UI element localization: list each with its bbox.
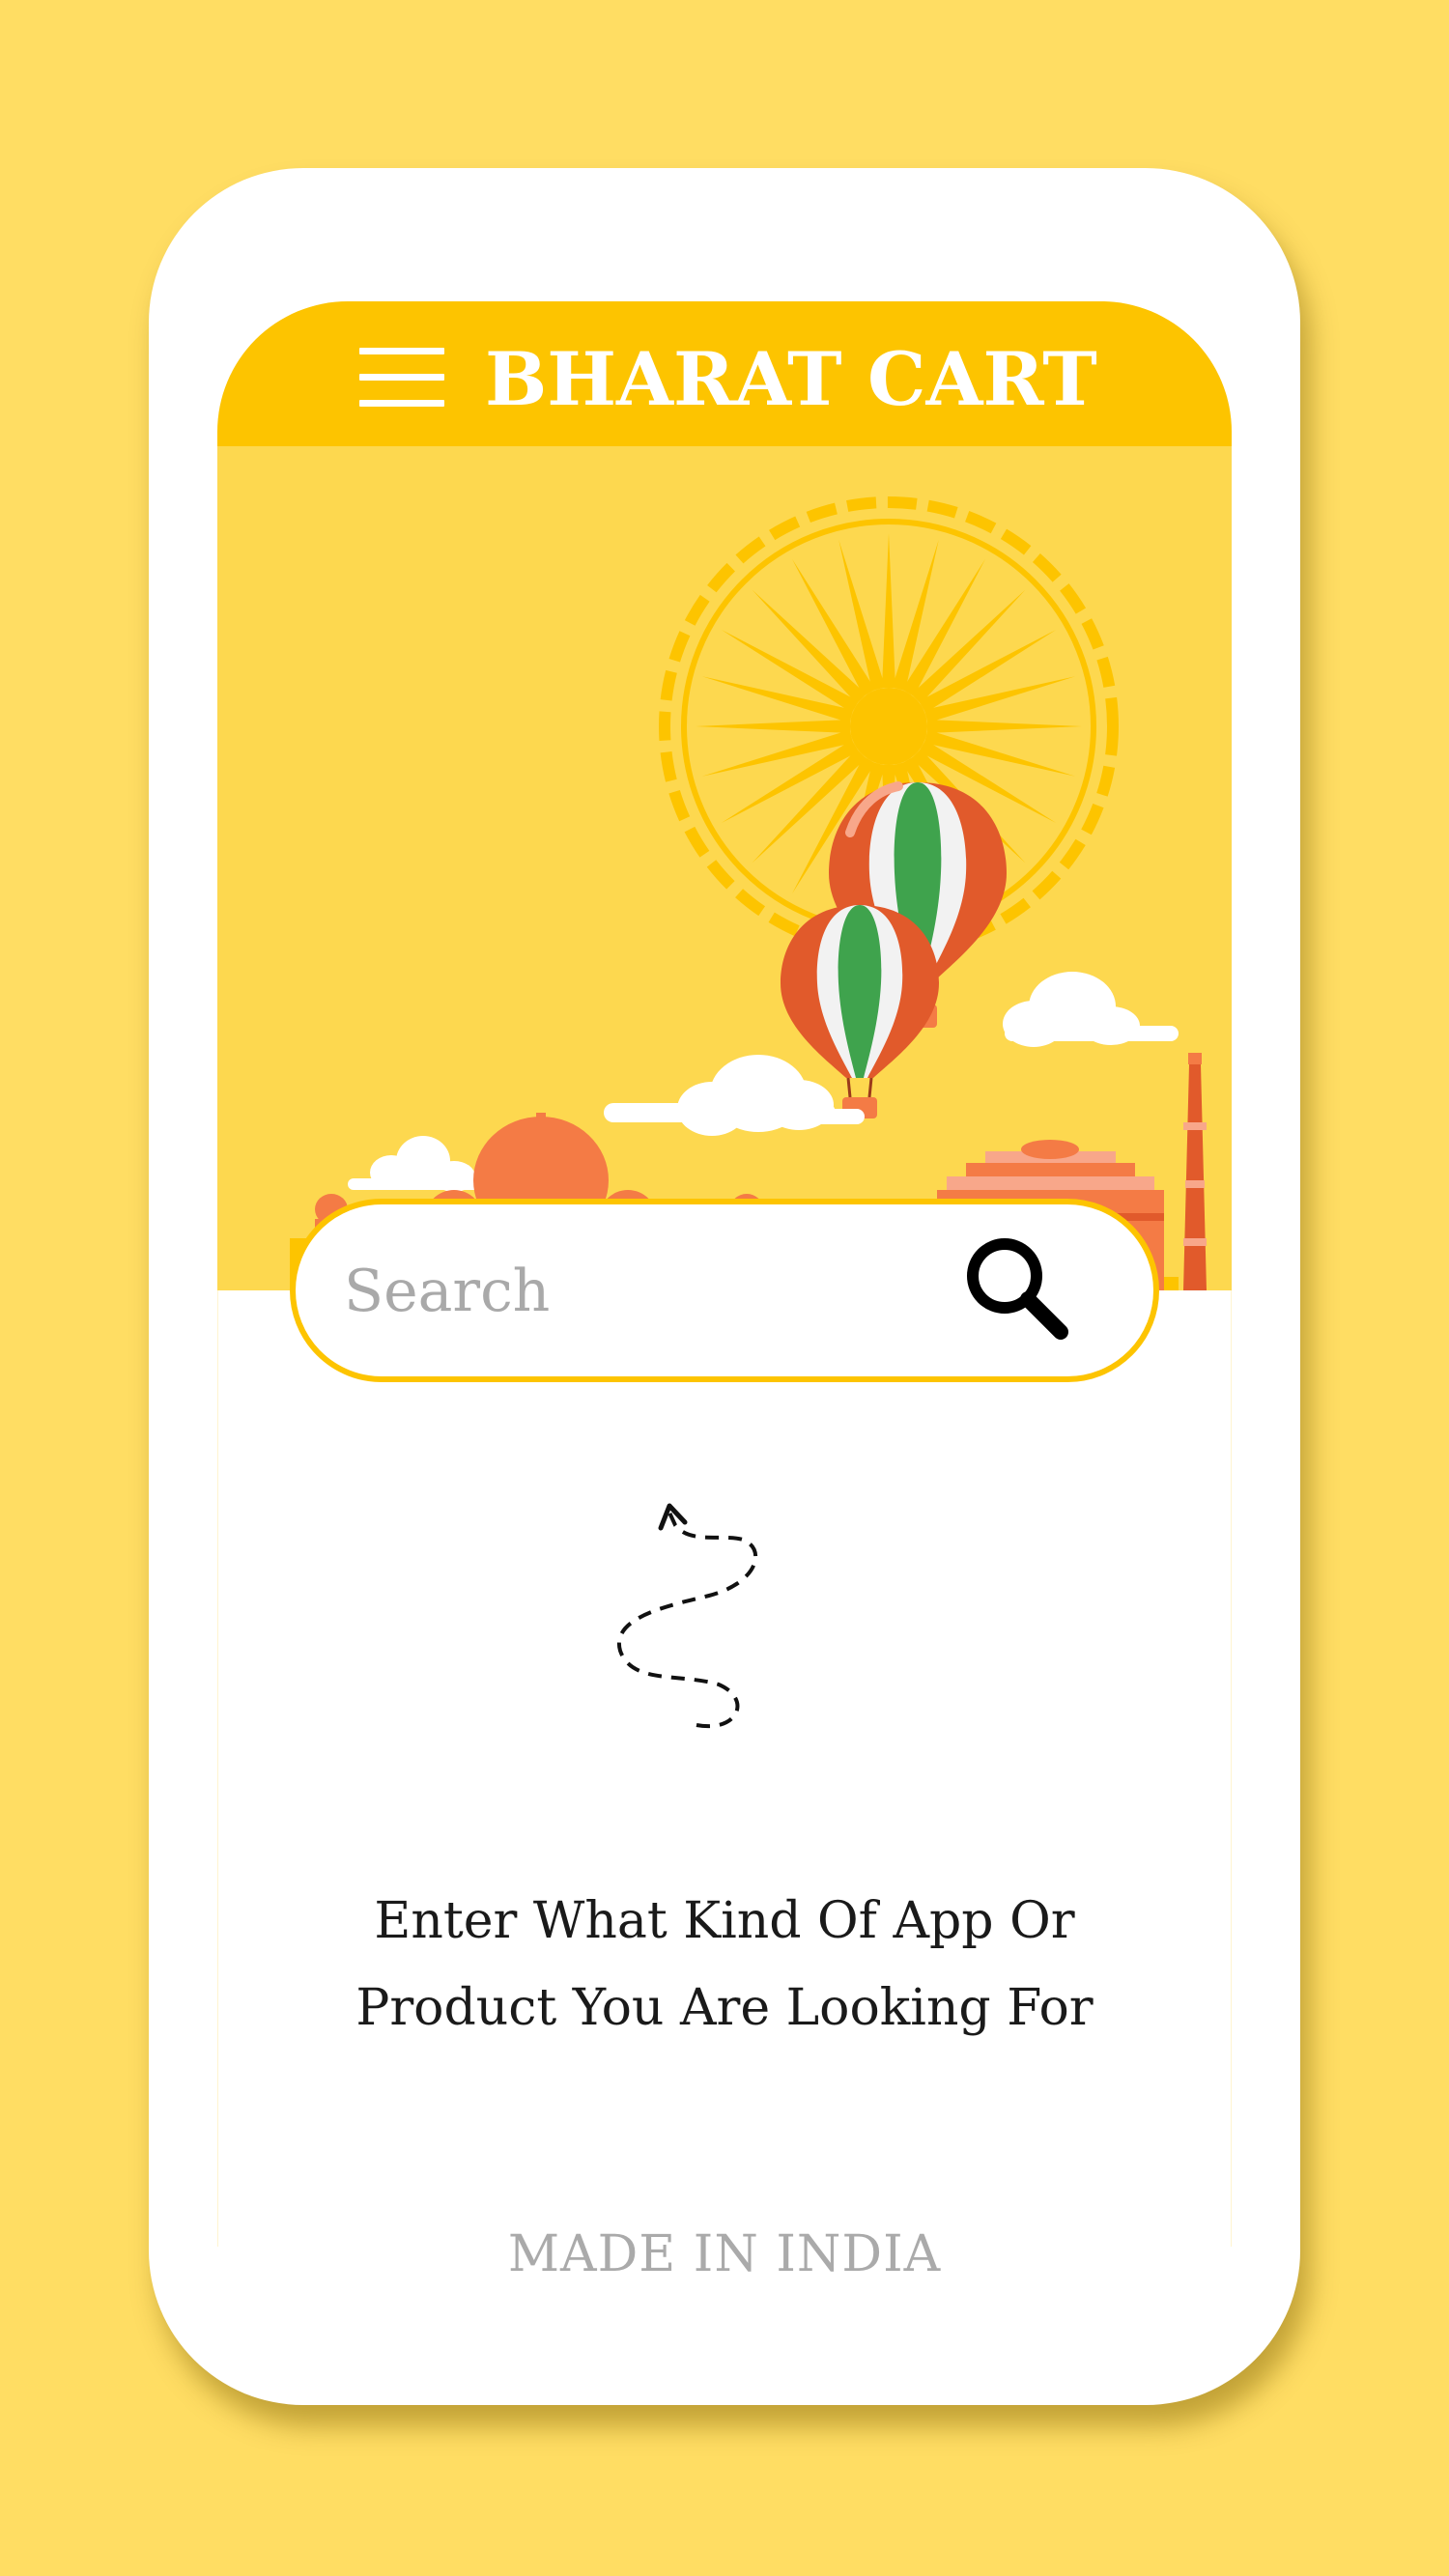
qutub-minar-icon [1183,1053,1207,1290]
search-input[interactable] [344,1243,885,1340]
instruction-line-1: Enter What Kind Of App Or [374,1892,1075,1950]
cloud-icon [1003,972,1179,1047]
hamburger-menu-icon[interactable] [359,348,444,408]
menu-line [359,348,444,354]
search-bar[interactable] [290,1199,1159,1382]
instruction-text: Enter What Kind Of App Or Product You Ar… [149,1878,1300,2052]
hero-illustration [217,446,1232,1290]
menu-line [359,400,444,407]
dashed-arrow-icon [612,1453,806,1737]
india-landmarks-illustration [290,496,1207,1290]
search-icon[interactable] [960,1231,1076,1347]
app-title: BHARAT CART [485,336,1097,422]
instruction-line-2: Product You Are Looking For [355,1979,1094,2037]
menu-line [359,374,444,381]
content-card [217,1290,1232,2247]
footer-label: MADE IN INDIA [507,2225,942,2283]
phone-frame: BHARAT CART Search Enter What Kind Of Ap… [149,168,1300,2405]
